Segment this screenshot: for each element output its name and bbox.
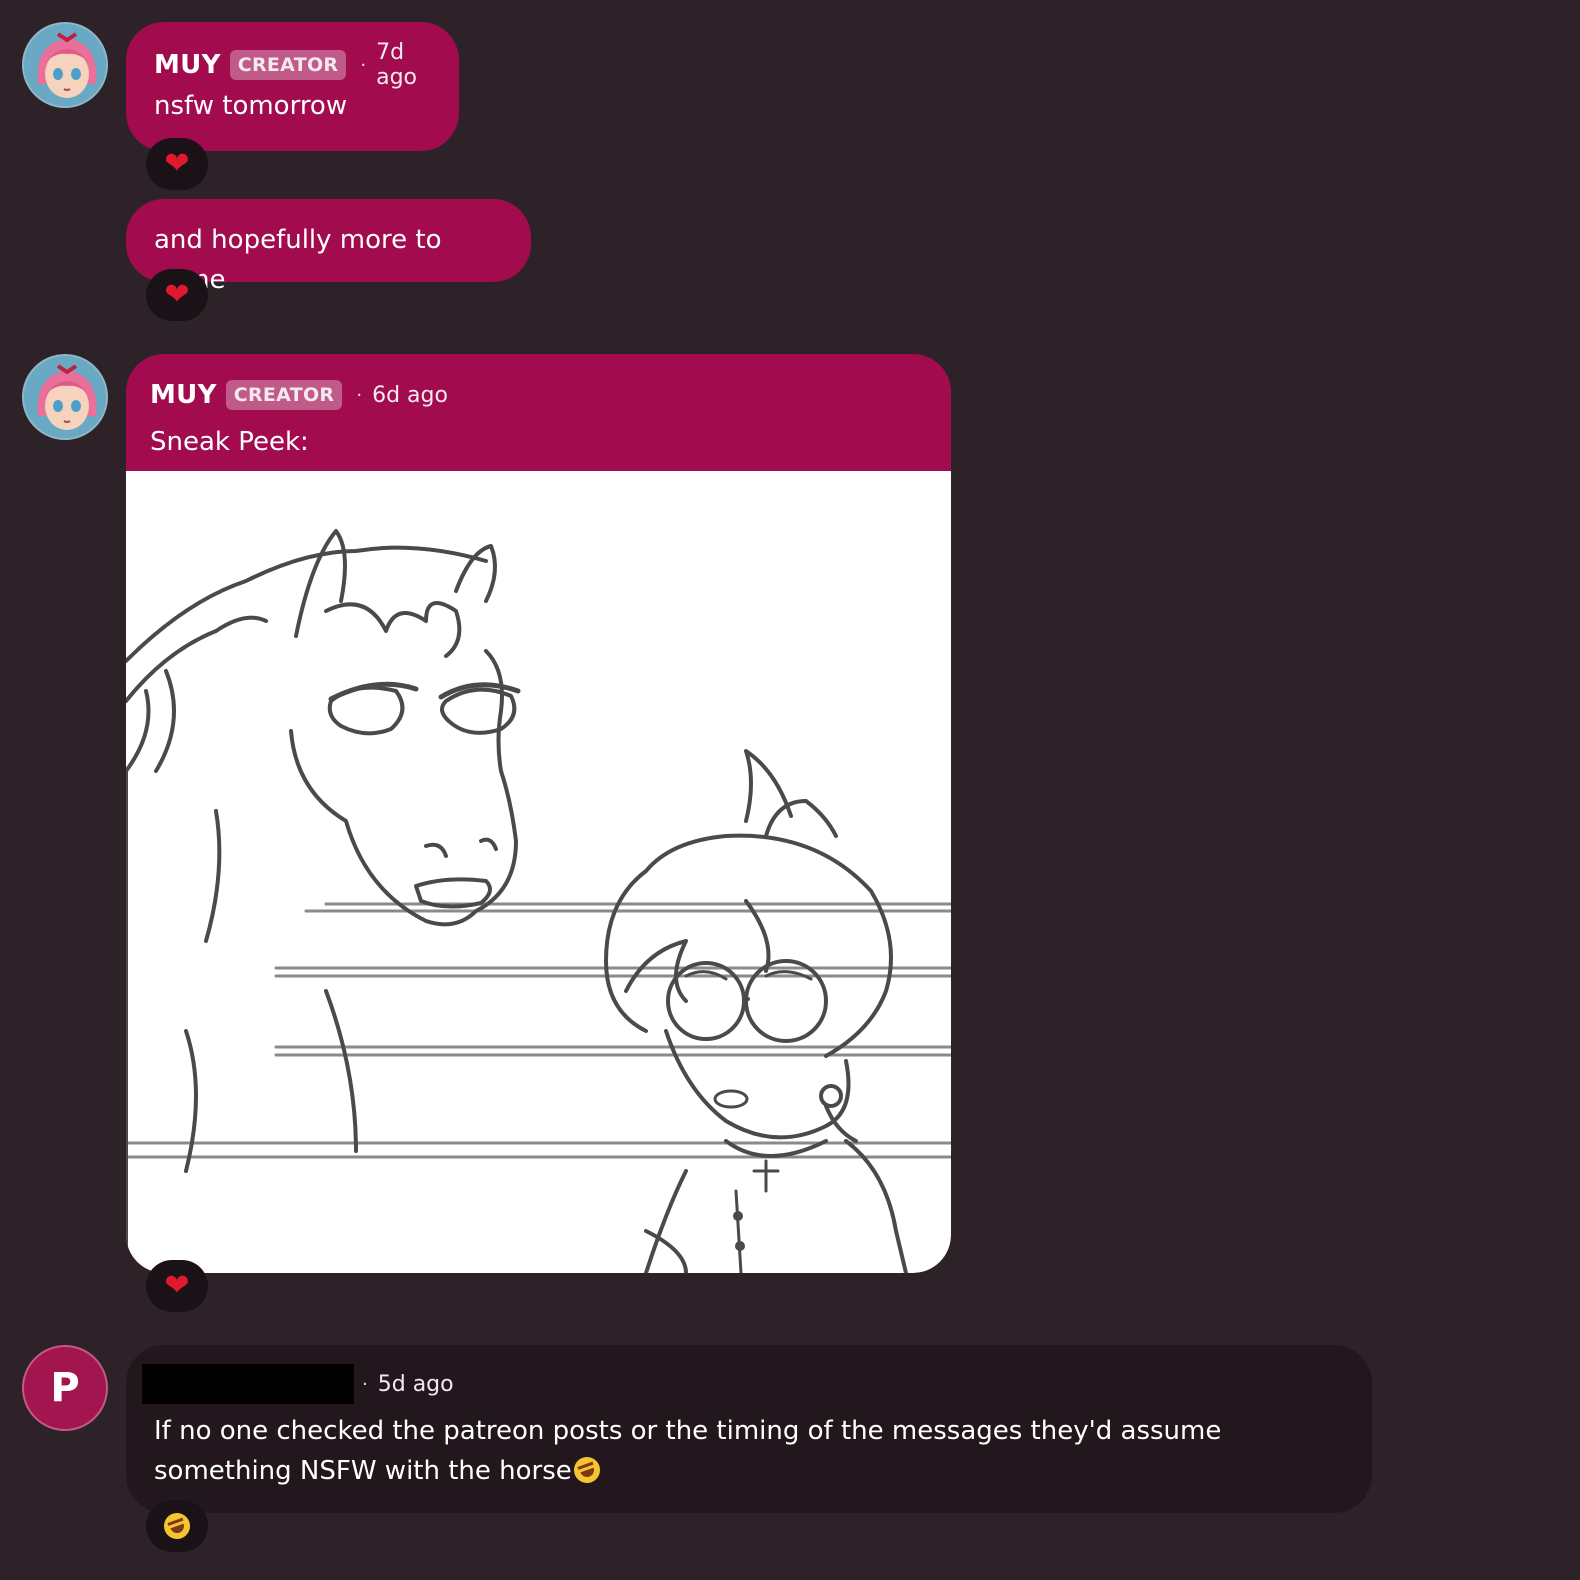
author-name[interactable]: MUY [154,50,221,80]
message-bubble: MUY CREATOR · 7d ago nsfw tomorrow [126,22,459,151]
separator-dot: · [362,1373,368,1395]
message-bubble: · 5d ago If no one checked the patreon p… [126,1345,1372,1513]
heart-icon: ❤ [164,1268,190,1303]
message-timestamp: 7d ago [376,40,417,90]
reaction-laugh[interactable] [146,1500,208,1552]
creator-avatar[interactable] [22,354,108,440]
redacted-author-name [142,1364,354,1404]
message-text: If no one checked the patreon posts or t… [154,1416,1222,1486]
reaction-heart[interactable]: ❤ [146,269,208,321]
message-meta: MUY CREATOR · 6d ago [150,378,927,412]
creator-avatar-art [24,356,106,438]
message-text-wrap: If no one checked the patreon posts or t… [142,1411,1334,1491]
creator-badge: CREATOR [225,380,343,410]
creator-badge: CREATOR [229,50,347,80]
reaction-heart[interactable]: ❤ [146,1260,208,1312]
separator-dot: · [360,54,367,76]
rolling-laughing-emoji-icon [570,1453,604,1487]
heart-icon: ❤ [164,277,190,312]
message-text: Sneak Peek: [150,427,309,457]
creator-avatar-art [24,24,106,106]
rolling-laughing-emoji-icon [160,1509,194,1543]
message-meta: · 5d ago [142,1364,1344,1404]
message-meta: MUY CREATOR · 7d ago [154,40,431,90]
creator-avatar[interactable] [22,22,108,108]
attached-image[interactable] [126,471,951,1273]
message-timestamp: 6d ago [372,382,448,408]
message-header: MUY CREATOR · 6d ago Sneak Peek: [126,354,951,457]
message-text: nsfw tomorrow [154,91,348,121]
heart-icon: ❤ [164,146,190,181]
message-bubble-with-image: MUY CREATOR · 6d ago Sneak Peek: [126,354,951,1273]
author-name[interactable]: MUY [150,380,217,410]
message-timestamp: 5d ago [377,1371,454,1397]
separator-dot: · [356,384,363,406]
user-avatar[interactable]: P [22,1345,108,1431]
reaction-heart[interactable]: ❤ [146,138,208,190]
sketch-illustration [126,529,951,1273]
avatar-initial: P [50,1365,80,1411]
